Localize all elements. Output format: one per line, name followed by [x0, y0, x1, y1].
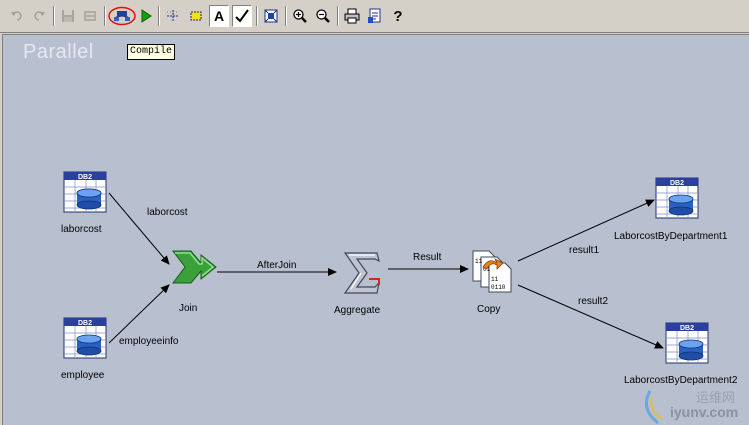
fit-to-window-button[interactable]	[261, 5, 281, 27]
toolbar-separator	[285, 6, 287, 26]
toolbar-separator	[337, 6, 339, 26]
undo-icon	[11, 11, 22, 21]
zoom-in-icon	[293, 9, 307, 23]
link-label-employeeinfo: employeeinfo	[119, 336, 179, 347]
compile-icon	[108, 6, 136, 26]
stage-laborcost-by-department-1[interactable]: DB2	[655, 177, 699, 224]
show-link-names-button[interactable]: A	[209, 5, 229, 27]
toolbar-separator	[158, 6, 160, 26]
db2-table-icon: DB2	[63, 171, 107, 213]
grid-icon	[167, 10, 179, 22]
db2-badge: DB2	[78, 320, 92, 327]
help-button[interactable]: ?	[388, 5, 408, 27]
save-icon	[62, 10, 74, 22]
svg-text:0110: 0110	[491, 284, 506, 291]
links-layer	[108, 192, 664, 349]
snap-to-grid-button[interactable]	[163, 5, 183, 27]
undo-button[interactable]	[7, 5, 27, 27]
text-icon: A	[213, 8, 225, 24]
db2-badge: DB2	[670, 180, 684, 187]
stage-label-employee: employee	[61, 370, 105, 381]
svg-text:11: 11	[491, 276, 499, 283]
stage-label-copy: Copy	[477, 304, 501, 315]
link-result2[interactable]	[517, 284, 664, 349]
save-job-button[interactable]	[58, 5, 78, 27]
help-icon: ?	[393, 7, 403, 25]
svg-text:11: 11	[475, 258, 483, 265]
check-icon	[235, 9, 249, 23]
validate-button[interactable]	[232, 5, 252, 27]
run-button[interactable]	[136, 5, 156, 27]
stage-label-join: Join	[179, 303, 198, 314]
link-laborcost[interactable]	[108, 192, 170, 265]
copy-files-icon: 11 01 11 0110	[472, 250, 512, 293]
stage-laborcost[interactable]: DB2	[63, 171, 107, 218]
toolbar: A ?	[0, 0, 749, 33]
report-icon	[368, 8, 381, 23]
run-icon	[141, 9, 152, 23]
link-label-result: Result	[413, 252, 442, 263]
compile-tooltip: Compile	[127, 44, 176, 60]
toolbar-separator	[256, 6, 258, 26]
toolbar-separator	[53, 6, 55, 26]
stage-copy[interactable]: 11 01 11 0110	[469, 247, 517, 298]
stage-label-laborcost-by-department-1: LaborcostByDepartment1	[614, 231, 728, 242]
annotation-icon	[190, 11, 202, 21]
link-employeeinfo[interactable]	[108, 284, 170, 344]
zoom-out-button[interactable]	[313, 5, 333, 27]
printer-icon	[344, 8, 360, 24]
logo-english-text: iyunv.com	[670, 404, 739, 420]
stage-label-aggregate: Aggregate	[334, 305, 381, 316]
fit-window-icon	[264, 9, 278, 23]
properties-icon	[84, 11, 96, 21]
zoom-in-button[interactable]	[290, 5, 310, 27]
stage-employee[interactable]: DB2	[63, 317, 107, 364]
db2-badge: DB2	[78, 174, 92, 181]
db2-table-icon: DB2	[655, 177, 699, 219]
zoom-out-icon	[316, 9, 330, 23]
stage-aggregate[interactable]	[339, 249, 383, 302]
sigma-icon	[343, 252, 380, 294]
redo-icon	[34, 11, 45, 21]
link-label-result1: result1	[569, 245, 600, 256]
stage-label-laborcost: laborcost	[61, 224, 102, 235]
job-properties-button[interactable]	[80, 5, 100, 27]
print-button[interactable]	[342, 5, 362, 27]
db2-table-icon: DB2	[63, 317, 107, 359]
toolbar-separator	[104, 6, 106, 26]
db2-badge: DB2	[680, 325, 694, 332]
link-label-afterjoin: AfterJoin	[257, 260, 297, 271]
link-label-laborcost: laborcost	[147, 207, 188, 218]
db2-table-icon: DB2	[665, 322, 709, 364]
annotation-button[interactable]	[186, 5, 206, 27]
job-design-canvas[interactable]: Parallel laborcost employeeinfo AfterJoi…	[2, 34, 749, 425]
link-label-result2: result2	[578, 296, 609, 307]
compile-button[interactable]	[108, 5, 136, 27]
stage-laborcost-by-department-2[interactable]: DB2	[665, 322, 709, 369]
join-arrow-icon	[172, 250, 217, 284]
redo-button[interactable]	[29, 5, 49, 27]
report-button[interactable]	[365, 5, 385, 27]
site-watermark-logo: 运维网 iyunv.com	[640, 385, 749, 425]
stage-join[interactable]	[169, 247, 219, 292]
